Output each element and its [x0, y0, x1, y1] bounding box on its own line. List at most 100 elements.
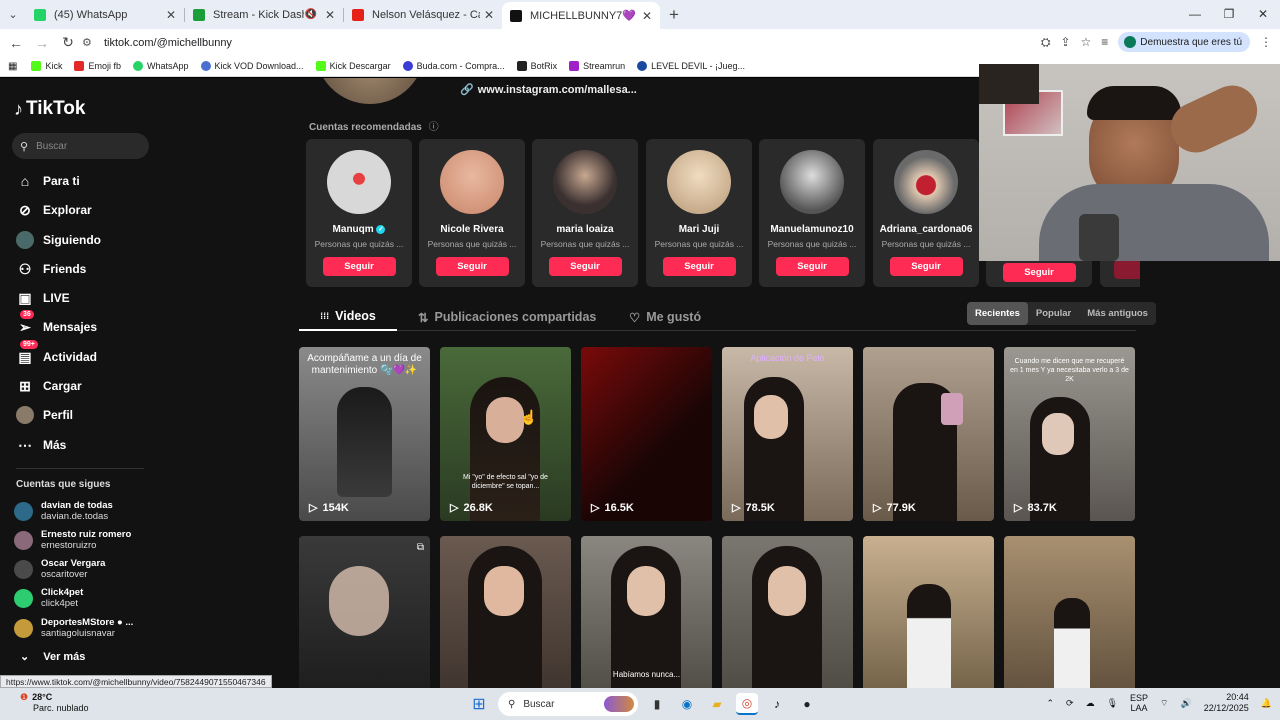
- recommended-card[interactable]: Mari Juji Personas que quizás ... Seguir: [646, 139, 752, 287]
- tab-search-icon[interactable]: ⌄: [0, 8, 26, 21]
- tab-whatsapp[interactable]: (45) WhatsApp ✕: [26, 0, 184, 29]
- back-icon[interactable]: ←: [4, 35, 28, 51]
- video-card[interactable]: [722, 536, 853, 688]
- edge-icon[interactable]: ◉: [676, 693, 698, 715]
- following-item[interactable]: Click4pet click4pet: [14, 585, 83, 611]
- bookmark-item[interactable]: Buda.com - Compra...: [402, 61, 505, 71]
- nav-mensajes[interactable]: ➢ 36 Mensajes: [16, 310, 97, 338]
- video-card[interactable]: Mi "yo" de efecto sal "yo de diciembre" …: [440, 347, 571, 521]
- bookmark-item[interactable]: Kick VOD Download...: [200, 61, 304, 71]
- obs-icon[interactable]: ●: [796, 693, 818, 715]
- follow-button[interactable]: Seguir: [1002, 263, 1076, 282]
- maximize-button[interactable]: ❐: [1212, 0, 1246, 28]
- video-card[interactable]: [440, 536, 571, 688]
- volume-icon[interactable]: 🔊: [1181, 698, 1192, 709]
- minimize-button[interactable]: —: [1178, 0, 1212, 28]
- video-card[interactable]: ⧉: [299, 536, 430, 688]
- bookmark-item[interactable]: Kick Descargar: [315, 61, 391, 71]
- tab-youtube[interactable]: Nelson Velásquez - Casualidad ✕: [344, 0, 502, 29]
- follow-button[interactable]: Seguir: [889, 257, 963, 276]
- bookmark-item[interactable]: WhatsApp: [132, 61, 189, 71]
- sort-popular[interactable]: Popular: [1028, 302, 1079, 325]
- video-card[interactable]: ▷ 77.9K: [863, 347, 994, 521]
- follow-button[interactable]: Seguir: [322, 257, 396, 276]
- weather-widget[interactable]: ❶ 28°C Parc. nublado: [20, 692, 89, 714]
- video-card[interactable]: Cuando me dicen que me recuperé en 1 mes…: [1004, 347, 1135, 521]
- close-icon[interactable]: ✕: [484, 8, 494, 22]
- recommended-card[interactable]: Manuqm ✓ Personas que quizás ... Seguir: [306, 139, 412, 287]
- chrome-icon[interactable]: ◎: [736, 693, 758, 715]
- close-icon[interactable]: ✕: [166, 8, 176, 22]
- address-bar[interactable]: ⚙ tiktok.com/@michellbunny: [82, 32, 1032, 53]
- following-item[interactable]: DeportesMStore ● ... santiagoluisnavar: [14, 615, 133, 641]
- clock[interactable]: 20:44 22/12/2025: [1204, 692, 1249, 714]
- apps-icon[interactable]: ▦: [8, 61, 17, 72]
- language-indicator[interactable]: ESP LAA: [1130, 693, 1148, 713]
- bookmark-item[interactable]: LEVEL DEVIL - ¡Jueg...: [637, 61, 745, 71]
- nav-friends[interactable]: ⚇ Friends: [16, 258, 87, 280]
- site-info-icon[interactable]: ⚙: [82, 36, 96, 49]
- reload-icon[interactable]: ↻: [56, 34, 80, 51]
- nav-actividad[interactable]: ▤ 99+ Actividad: [16, 340, 97, 368]
- bookmark-item[interactable]: Streamrun: [569, 61, 625, 71]
- taskbar-search[interactable]: ⚲ Buscar: [498, 692, 638, 716]
- video-card[interactable]: [1004, 536, 1135, 688]
- video-card[interactable]: ▷ 16.5K: [581, 347, 712, 521]
- search-input[interactable]: ⚲ Buscar: [12, 133, 149, 159]
- follow-button[interactable]: Seguir: [662, 257, 736, 276]
- recommended-card[interactable]: Nicole Rivera Personas que quizás ... Segu…: [419, 139, 525, 287]
- following-item[interactable]: davian de todas davian.de.todas: [14, 498, 113, 524]
- bookmark-star-icon[interactable]: ☆: [1081, 35, 1092, 49]
- nav-perfil[interactable]: Perfil: [16, 404, 73, 426]
- forward-icon[interactable]: →: [30, 35, 54, 51]
- microphone-icon[interactable]: 🎙: [1107, 698, 1118, 709]
- close-icon[interactable]: ✕: [325, 8, 335, 22]
- nav-mas[interactable]: ⋯ Más: [16, 434, 66, 456]
- recommended-card[interactable]: maria loaiza Personas que quizás ... Segui…: [532, 139, 638, 287]
- tab-kick-dashboard[interactable]: Stream - Kick Dashboard🔇 ✕: [185, 0, 343, 29]
- bookmark-item[interactable]: Kick: [31, 61, 62, 71]
- new-tab-button[interactable]: +: [660, 5, 688, 25]
- wifi-icon[interactable]: ⌔: [1160, 698, 1168, 709]
- chevron-up-icon[interactable]: ⌃: [1047, 698, 1055, 709]
- video-card[interactable]: Acompáñame a un día de mantenimiento 🫧💜✨…: [299, 347, 430, 521]
- network-app-icon[interactable]: ⟳: [1066, 698, 1074, 709]
- video-card[interactable]: Habíamos nunca...: [581, 536, 712, 688]
- see-more-button[interactable]: ⌄ Ver más: [20, 650, 85, 664]
- notifications-icon[interactable]: 🔔: [1261, 698, 1272, 709]
- bookmark-item[interactable]: Emoji fb: [74, 61, 121, 71]
- video-card[interactable]: [863, 536, 994, 688]
- tab-shared[interactable]: ⇅ Publicaciones compartidas: [418, 303, 596, 331]
- nav-para-ti[interactable]: ⌂ Para ti: [16, 170, 80, 192]
- sort-oldest[interactable]: Más antiguos: [1079, 302, 1156, 325]
- translate-icon[interactable]: ⛭: [1041, 35, 1051, 50]
- windows-start-icon[interactable]: ⊞: [468, 693, 490, 715]
- following-item[interactable]: Oscar Vergara oscaritover: [14, 556, 105, 582]
- file-explorer-icon[interactable]: ▰: [706, 693, 728, 715]
- recommended-card[interactable]: Adriana_cardona06 Personas que quizás ...…: [873, 139, 979, 287]
- profile-button[interactable]: Demuestra que eres tú: [1118, 32, 1250, 52]
- tab-tiktok-active[interactable]: MICHELLBUNNY7💜 (@michel ✕: [502, 2, 660, 29]
- video-card[interactable]: Aplicación de Pelo ▷ 78.5K: [722, 347, 853, 521]
- media-icon[interactable]: ≡: [1101, 35, 1108, 49]
- tiktok-live-icon[interactable]: ♪: [766, 693, 788, 715]
- cloud-icon[interactable]: ☁: [1086, 698, 1095, 709]
- follow-button[interactable]: Seguir: [435, 257, 509, 276]
- instagram-link[interactable]: 🔗 www.instagram.com/mallesa...: [460, 83, 637, 96]
- tab-videos[interactable]: ⁞⁞⁞ Videos: [299, 303, 397, 331]
- tab-liked[interactable]: ♡ Me gustó: [629, 303, 701, 331]
- following-item[interactable]: Ernesto ruiz romero ernestoruizro: [14, 527, 131, 553]
- mute-icon[interactable]: 🔇: [304, 9, 316, 20]
- nav-siguiendo[interactable]: Siguiendo: [16, 229, 101, 251]
- task-view-icon[interactable]: ▮: [646, 693, 668, 715]
- info-icon[interactable]: ⓘ: [429, 122, 439, 133]
- nav-explorar[interactable]: ⊘ Explorar: [16, 199, 92, 221]
- recommended-card[interactable]: Manuelamunoz10 Personas que quizás ... Seg…: [759, 139, 865, 287]
- nav-cargar[interactable]: ⊞ Cargar: [16, 375, 82, 397]
- nav-live[interactable]: ▣ LIVE: [16, 287, 69, 309]
- follow-button[interactable]: Seguir: [775, 257, 849, 276]
- sort-recent[interactable]: Recientes: [967, 302, 1028, 325]
- bookmark-item[interactable]: BotRix: [516, 61, 557, 71]
- install-icon[interactable]: ⇪: [1060, 35, 1070, 49]
- close-icon[interactable]: ✕: [642, 9, 652, 23]
